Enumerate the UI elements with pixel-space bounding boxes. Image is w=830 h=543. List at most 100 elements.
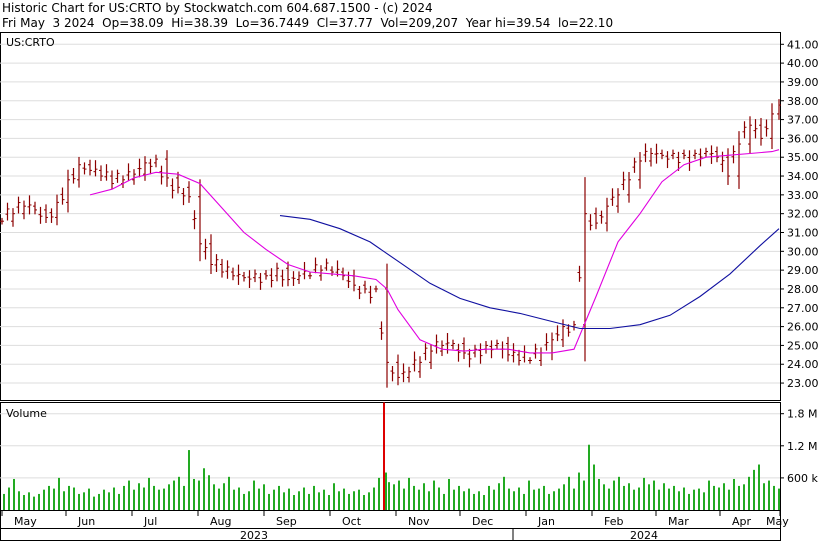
- y-tick-label: 25.00: [787, 339, 819, 352]
- price-bar: [363, 280, 367, 294]
- volume-bar: [523, 493, 525, 510]
- price-bar: [55, 194, 59, 226]
- volume-bar: [218, 488, 220, 510]
- price-bar: [715, 146, 719, 163]
- volume-bar: [598, 478, 600, 510]
- price-bar: [621, 171, 626, 191]
- price-bar: [418, 356, 422, 378]
- price-bar: [148, 158, 153, 175]
- volume-bar: [703, 492, 705, 510]
- volume-bar: [153, 485, 155, 510]
- price-bar: [599, 210, 604, 224]
- price-bar: [407, 366, 411, 383]
- price-bar: [137, 158, 142, 178]
- volume-bar: [658, 489, 660, 510]
- price-bar: [258, 272, 263, 290]
- volume-bar: [83, 492, 85, 510]
- year-label: 2024: [630, 529, 658, 542]
- x-tick-label: Mar: [668, 515, 689, 528]
- x-tick-label: Feb: [604, 515, 623, 528]
- volume-bar: [728, 489, 730, 510]
- y-tick-label: 26.00: [787, 321, 819, 334]
- volume-bar: [488, 485, 490, 510]
- volume-bar: [178, 476, 180, 510]
- year-label: 2023: [240, 529, 268, 542]
- price-bar: [555, 325, 560, 342]
- price-bar: [759, 117, 763, 146]
- price-bar: [396, 354, 400, 386]
- volume-bar: [318, 492, 320, 510]
- volume-bar: [478, 491, 480, 510]
- x-tick-label: Aug: [210, 515, 231, 528]
- price-bar: [544, 333, 549, 351]
- price-bar: [385, 263, 389, 388]
- volume-bar: [288, 488, 290, 510]
- price-bar: [88, 159, 92, 176]
- price-bar: [539, 347, 543, 367]
- y-tick-label: 39.00: [787, 76, 819, 89]
- volume-bar: [98, 493, 100, 510]
- volume-bar: [558, 488, 560, 510]
- volume-bar: [388, 482, 390, 510]
- price-bar: [528, 357, 532, 364]
- price-bar: [308, 272, 312, 280]
- price-bar: [572, 320, 576, 331]
- price-bar: [27, 195, 32, 215]
- volume-bar: [238, 487, 240, 510]
- price-bar: [605, 197, 609, 232]
- volume-bar: [548, 493, 550, 510]
- y-tick-label: 27.00: [787, 302, 819, 315]
- volume-bar: [8, 487, 10, 510]
- price-bar: [110, 170, 114, 190]
- volume-bar: [563, 484, 565, 510]
- volume-bar: [483, 495, 485, 510]
- volume-bar: [688, 493, 690, 510]
- volume-bar: [668, 488, 670, 510]
- volume-tick-label: 1.2 M: [787, 440, 817, 453]
- volume-bar: [293, 495, 295, 510]
- volume-bar: [738, 485, 740, 510]
- volume-bar: [323, 489, 325, 510]
- x-tick-label: Nov: [408, 515, 430, 528]
- volume-bar: [733, 478, 735, 510]
- volume-bar: [38, 493, 40, 510]
- price-panel-title: US:CRTO: [6, 36, 55, 49]
- volume-bar: [93, 496, 95, 510]
- volume-bar: [203, 468, 205, 510]
- price-bar: [500, 341, 505, 359]
- price-bar: [764, 119, 769, 137]
- price-bar: [643, 143, 648, 163]
- price-bar: [220, 258, 224, 278]
- price-bar: [203, 238, 208, 260]
- volume-bar: [393, 484, 395, 510]
- volume-bar: [643, 477, 645, 510]
- volume-bar: [28, 492, 30, 510]
- price-bar: [159, 165, 164, 185]
- volume-bar: [58, 477, 60, 510]
- volume-bar: [648, 484, 650, 510]
- price-bar: [671, 149, 675, 160]
- price-bar: [313, 257, 318, 274]
- price-bar: [154, 154, 158, 168]
- volume-bar: [308, 493, 310, 510]
- volume-bar: [678, 491, 680, 510]
- volume-bar: [263, 484, 265, 510]
- volume-bar: [138, 483, 140, 510]
- volume-bar: [443, 493, 445, 510]
- price-bar: [60, 187, 65, 205]
- price-bar: [495, 339, 499, 350]
- volume-bar: [268, 493, 270, 510]
- volume-bar: [113, 487, 115, 510]
- price-bar: [11, 208, 15, 227]
- volume-bar: [133, 489, 135, 510]
- price-bar: [341, 267, 345, 281]
- x-tick-label: Jun: [77, 515, 95, 528]
- volume-bar: [328, 495, 330, 510]
- volume-bar: [718, 487, 720, 510]
- price-bar: [748, 116, 752, 153]
- price-bar: [291, 271, 296, 286]
- volume-tick-label: 600 k: [787, 472, 818, 485]
- price-bar: [484, 340, 488, 354]
- x-tick-label: Dec: [472, 515, 493, 528]
- price-bar: [346, 271, 351, 288]
